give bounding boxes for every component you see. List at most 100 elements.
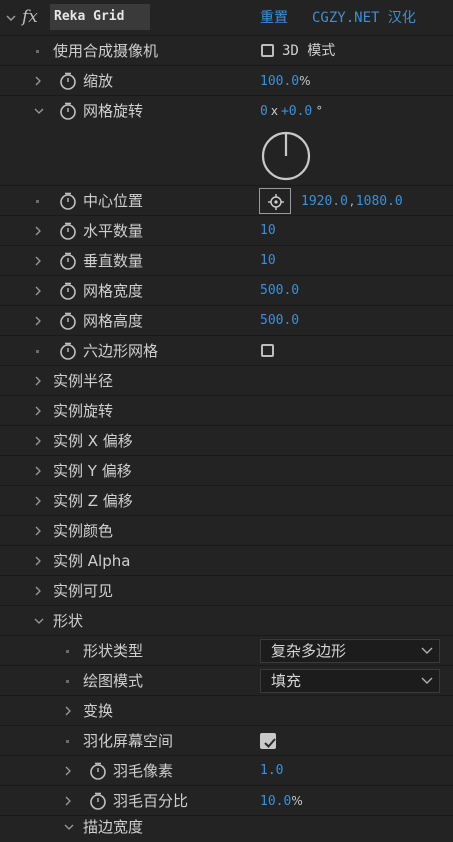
row-dot bbox=[66, 680, 69, 683]
chevron-down-icon[interactable] bbox=[4, 0, 18, 30]
stopwatch-icon[interactable] bbox=[59, 282, 77, 300]
row-transform[interactable]: 变换 bbox=[0, 696, 453, 726]
row-instance-visible[interactable]: 实例可见 bbox=[0, 576, 453, 606]
draw-mode-label: 绘图模式 bbox=[83, 672, 144, 690]
horizontal-count-value[interactable]: 10 bbox=[260, 216, 276, 246]
feather-pixels-value[interactable]: 1.0 bbox=[260, 756, 283, 786]
row-instance-alpha[interactable]: 实例 Alpha bbox=[0, 546, 453, 576]
stopwatch-icon[interactable] bbox=[89, 792, 107, 810]
vertical-count-value[interactable]: 10 bbox=[260, 246, 276, 276]
grid-rotation-label: 网格旋转 bbox=[83, 102, 144, 120]
stopwatch-icon[interactable] bbox=[59, 102, 77, 120]
chevron-right-icon[interactable] bbox=[32, 276, 46, 306]
row-instance-z-offset[interactable]: 实例 Z 偏移 bbox=[0, 486, 453, 516]
instance-radius-label: 实例半径 bbox=[53, 372, 114, 390]
reset-link[interactable]: 重置 bbox=[260, 3, 288, 33]
chevron-right-icon[interactable] bbox=[32, 306, 46, 336]
instance-alpha-label: 实例 Alpha bbox=[53, 552, 131, 570]
chevron-right-icon[interactable] bbox=[32, 576, 46, 606]
instance-y-offset-label: 实例 Y 偏移 bbox=[53, 462, 132, 480]
row-instance-color[interactable]: 实例颜色 bbox=[0, 516, 453, 546]
stopwatch-icon[interactable] bbox=[89, 762, 107, 780]
angle-dial[interactable] bbox=[260, 130, 312, 182]
scale-number[interactable]: 100.0 bbox=[260, 74, 299, 89]
center-position-label: 中心位置 bbox=[83, 192, 144, 210]
instance-z-offset-label: 实例 Z 偏移 bbox=[53, 492, 133, 510]
rotation-turns[interactable]: 0 bbox=[260, 104, 268, 119]
crosshair-icon[interactable] bbox=[259, 188, 291, 214]
effect-title[interactable]: Reka Grid bbox=[50, 4, 150, 30]
use-comp-camera-label: 使用合成摄像机 bbox=[53, 42, 159, 60]
chevron-right-icon[interactable] bbox=[32, 66, 46, 96]
feather-screen-space-checkbox[interactable] bbox=[260, 733, 276, 749]
grid-width-value[interactable]: 500.0 bbox=[260, 276, 299, 306]
chevron-down-icon bbox=[421, 677, 433, 684]
row-scale: 缩放 100.0% bbox=[0, 66, 453, 96]
3d-mode-checkbox[interactable] bbox=[261, 44, 274, 57]
stopwatch-icon[interactable] bbox=[59, 252, 77, 270]
chevron-down-icon[interactable] bbox=[32, 96, 46, 126]
shape-label: 形状 bbox=[53, 612, 84, 630]
grid-width-label: 网格宽度 bbox=[83, 282, 144, 300]
row-instance-rotation[interactable]: 实例旋转 bbox=[0, 396, 453, 426]
chevron-down-icon[interactable] bbox=[32, 606, 46, 636]
row-dot bbox=[66, 650, 69, 653]
scale-label: 缩放 bbox=[83, 72, 114, 90]
shape-type-selected: 复杂多边形 bbox=[271, 642, 347, 660]
chevron-right-icon[interactable] bbox=[32, 366, 46, 396]
stopwatch-icon[interactable] bbox=[59, 222, 77, 240]
stopwatch-icon[interactable] bbox=[59, 312, 77, 330]
center-y[interactable]: 1080.0 bbox=[356, 194, 403, 209]
rotation-degrees[interactable]: +0.0 bbox=[281, 104, 312, 119]
chevron-down-icon[interactable] bbox=[62, 812, 76, 842]
row-instance-x-offset[interactable]: 实例 X 偏移 bbox=[0, 426, 453, 456]
stopwatch-icon[interactable] bbox=[59, 72, 77, 90]
center-position-value[interactable]: 1920.0, 1080.0 bbox=[301, 186, 403, 217]
rotation-x: x bbox=[270, 104, 278, 118]
shape-type-label: 形状类型 bbox=[83, 642, 144, 660]
stopwatch-icon[interactable] bbox=[59, 342, 77, 360]
chevron-right-icon[interactable] bbox=[32, 426, 46, 456]
chevron-right-icon[interactable] bbox=[32, 516, 46, 546]
instance-rotation-label: 实例旋转 bbox=[53, 402, 114, 420]
draw-mode-select[interactable]: 填充 bbox=[260, 669, 440, 693]
grid-rotation-value[interactable]: 0 x +0.0 ° bbox=[260, 96, 322, 127]
chevron-right-icon[interactable] bbox=[32, 486, 46, 516]
chevron-right-icon[interactable] bbox=[32, 546, 46, 576]
credit-link[interactable]: CGZY.NET 汉化 bbox=[312, 3, 416, 33]
grid-height-value[interactable]: 500.0 bbox=[260, 306, 299, 336]
stroke-width-label: 描边宽度 bbox=[83, 818, 144, 836]
fx-icon[interactable]: fx bbox=[22, 4, 38, 30]
scale-unit: % bbox=[299, 74, 311, 88]
shape-type-select[interactable]: 复杂多边形 bbox=[260, 639, 440, 663]
row-shape[interactable]: 形状 bbox=[0, 606, 453, 636]
instance-visible-label: 实例可见 bbox=[53, 582, 114, 600]
scale-value[interactable]: 100.0% bbox=[260, 66, 311, 97]
row-hex-grid: 六边形网格 bbox=[0, 336, 453, 366]
row-instance-radius[interactable]: 实例半径 bbox=[0, 366, 453, 396]
transform-label: 变换 bbox=[83, 702, 114, 720]
chevron-right-icon[interactable] bbox=[32, 456, 46, 486]
row-instance-y-offset[interactable]: 实例 Y 偏移 bbox=[0, 456, 453, 486]
row-stroke-width[interactable]: 描边宽度 bbox=[0, 816, 453, 837]
chevron-right-icon[interactable] bbox=[32, 396, 46, 426]
center-x[interactable]: 1920.0 bbox=[301, 194, 348, 209]
draw-mode-selected: 填充 bbox=[271, 672, 302, 690]
hex-grid-label: 六边形网格 bbox=[83, 342, 159, 360]
feather-pixels-label: 羽毛像素 bbox=[113, 762, 174, 780]
row-draw-mode: 绘图模式 填充 bbox=[0, 666, 453, 696]
chevron-right-icon[interactable] bbox=[62, 696, 76, 726]
stopwatch-icon[interactable] bbox=[59, 192, 77, 210]
chevron-right-icon[interactable] bbox=[62, 756, 76, 786]
checkmark-icon bbox=[264, 738, 276, 748]
row-dot bbox=[36, 350, 39, 353]
effect-controls-panel: fx Reka Grid 重置 CGZY.NET 汉化 使用合成摄像机 3D 模… bbox=[0, 0, 453, 837]
feather-percent-unit: % bbox=[291, 794, 303, 808]
feather-percent-value[interactable]: 10.0% bbox=[260, 786, 303, 817]
row-use-comp-camera: 使用合成摄像机 3D 模式 bbox=[0, 36, 453, 66]
vertical-count-label: 垂直数量 bbox=[83, 252, 144, 270]
hex-grid-checkbox[interactable] bbox=[261, 344, 274, 357]
chevron-right-icon[interactable] bbox=[32, 246, 46, 276]
chevron-right-icon[interactable] bbox=[32, 216, 46, 246]
feather-percent-number[interactable]: 10.0 bbox=[260, 794, 291, 809]
